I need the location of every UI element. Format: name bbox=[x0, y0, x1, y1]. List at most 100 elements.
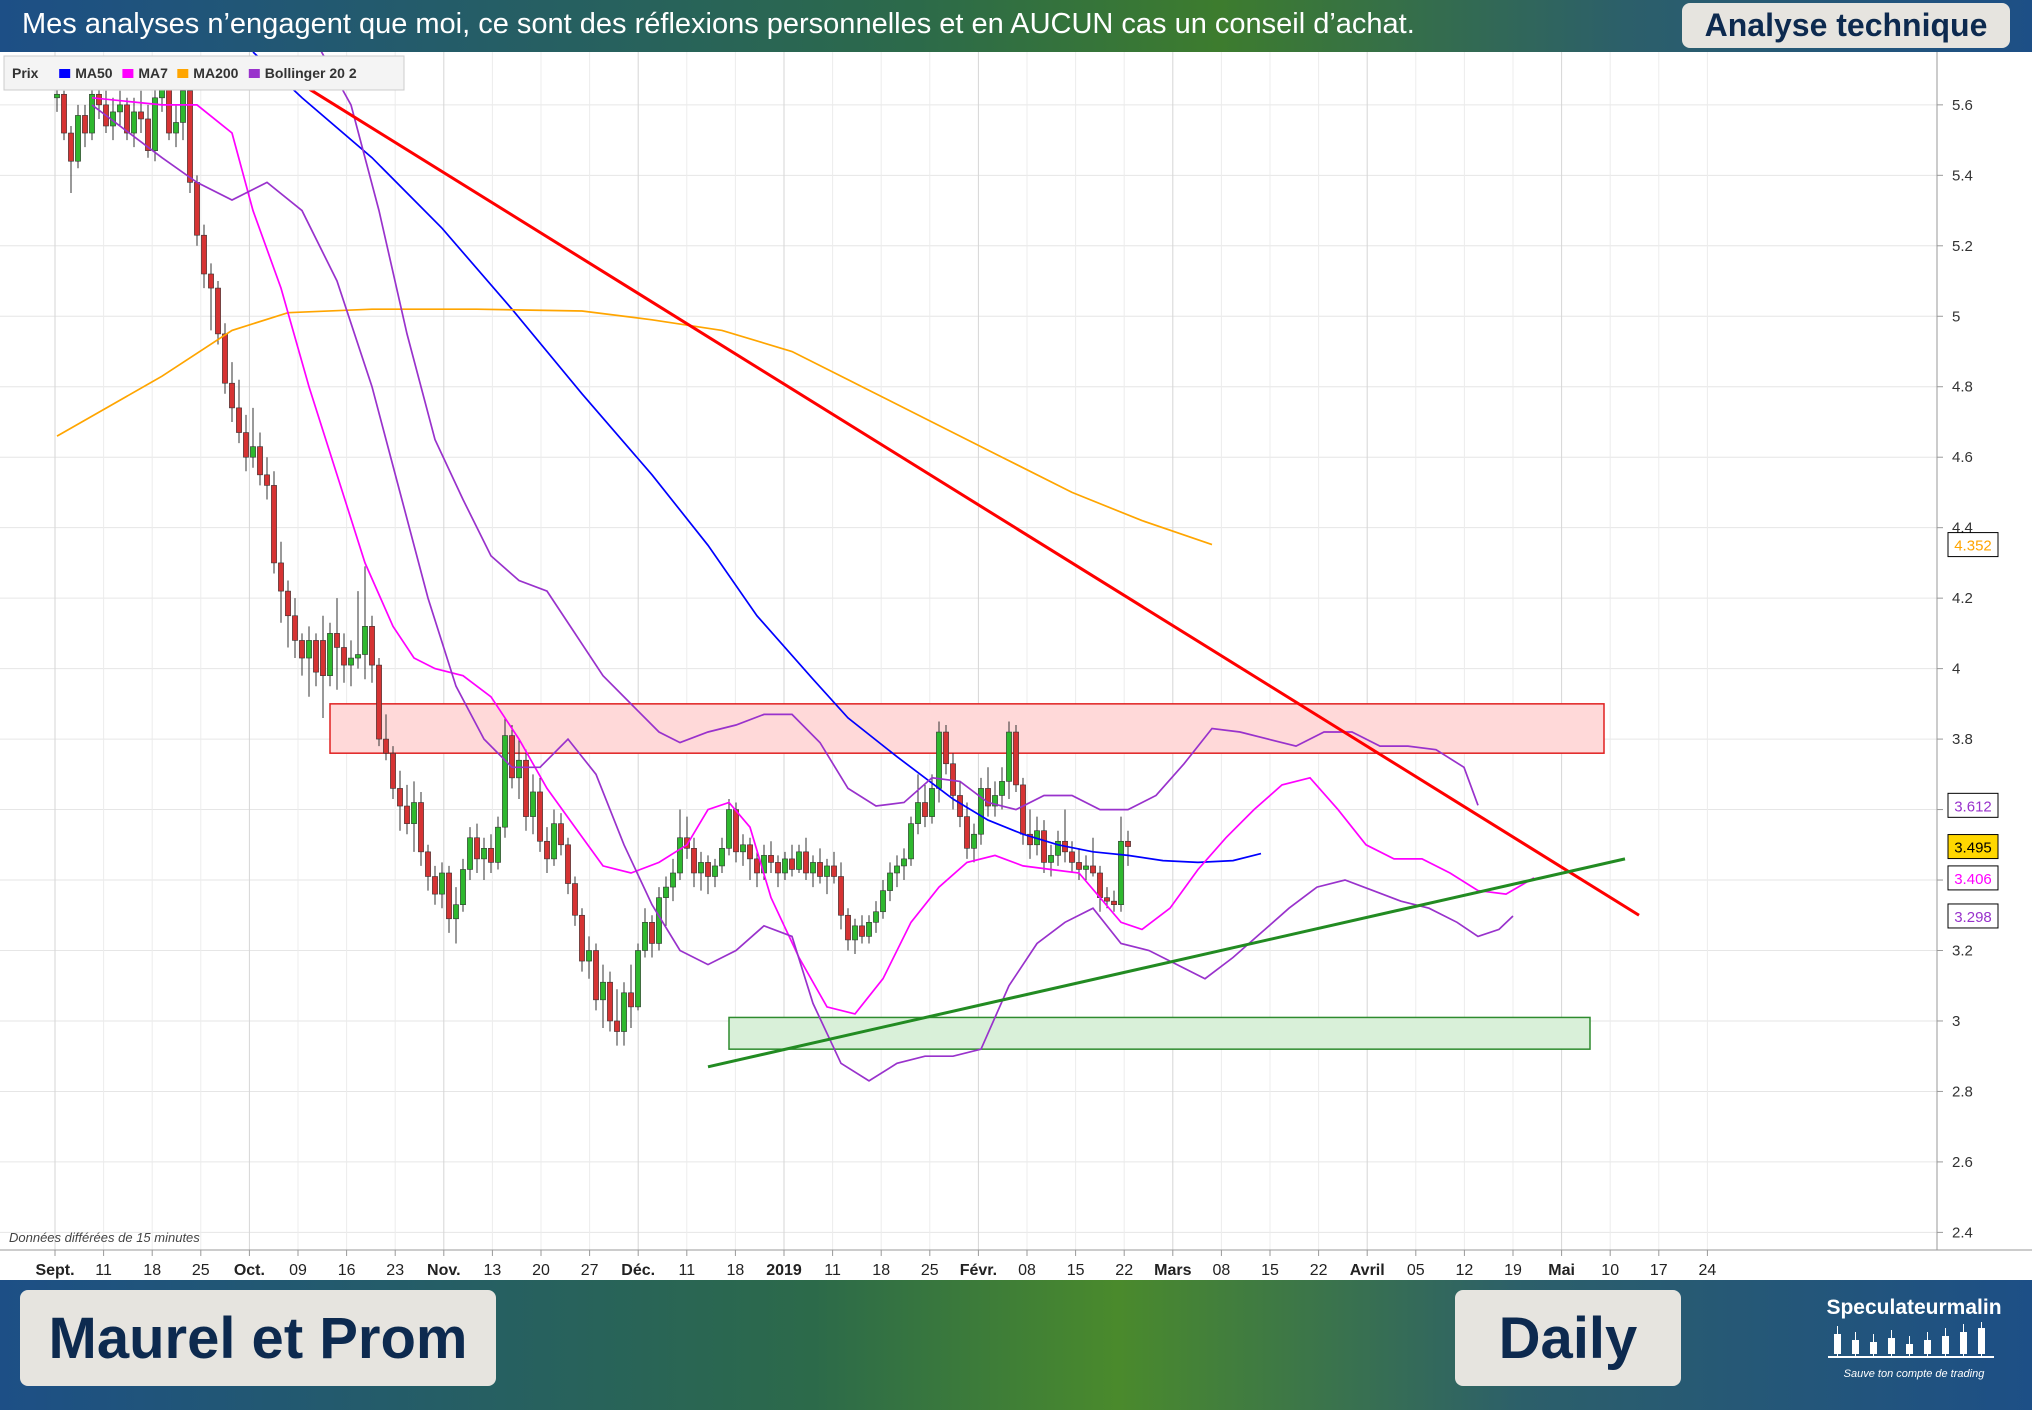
candle-body bbox=[964, 816, 970, 849]
candle-body bbox=[481, 848, 487, 860]
y-tick-label: 5.4 bbox=[1952, 167, 1973, 184]
price-chart[interactable]: 5.65.45.254.84.64.44.243.83.63.43.232.82… bbox=[0, 15, 2032, 1280]
y-tick-label: 5.2 bbox=[1952, 238, 1973, 255]
candle-body bbox=[936, 731, 942, 789]
candle-body bbox=[698, 862, 704, 874]
x-tick-label: 13 bbox=[484, 1262, 502, 1279]
candle-body bbox=[82, 115, 88, 134]
series-line bbox=[56, 308, 1213, 546]
candle-body bbox=[75, 115, 81, 162]
candle-body bbox=[411, 802, 417, 824]
price-tag-label: 3.298 bbox=[1954, 909, 1992, 926]
candle-body bbox=[943, 731, 949, 765]
x-tick-label: 09 bbox=[289, 1262, 307, 1279]
candle-body bbox=[915, 802, 921, 824]
candle-body bbox=[383, 738, 389, 754]
candle-body bbox=[831, 865, 837, 877]
chart-area: 5.65.45.254.84.64.44.243.83.63.43.232.82… bbox=[0, 15, 2032, 1280]
candle-body bbox=[880, 890, 886, 913]
candle-body bbox=[1097, 872, 1103, 898]
candle-body bbox=[1006, 731, 1012, 782]
candle-body bbox=[887, 872, 893, 891]
candle-body bbox=[894, 865, 900, 874]
candle-body bbox=[922, 802, 928, 817]
candle-body bbox=[89, 93, 95, 134]
legend-label: Prix bbox=[12, 65, 39, 81]
candles bbox=[54, 69, 1131, 1046]
candle-body bbox=[845, 914, 851, 941]
candle-body bbox=[565, 844, 571, 884]
x-tick-label: 18 bbox=[727, 1262, 745, 1279]
x-tick-label: 20 bbox=[532, 1262, 550, 1279]
y-tick-label: 3.2 bbox=[1952, 943, 1973, 960]
zones bbox=[329, 703, 1605, 1050]
candle-body bbox=[278, 562, 284, 592]
candle-body bbox=[131, 111, 137, 134]
candle-body bbox=[243, 432, 249, 458]
top-banner: Mes analyses n’engagent que moi, ce sont… bbox=[0, 0, 2032, 52]
timeframe-badge: Daily bbox=[1455, 1290, 1681, 1386]
candle-body bbox=[754, 858, 760, 874]
x-tick-label: 24 bbox=[1699, 1262, 1717, 1279]
candle-body bbox=[859, 925, 865, 937]
y-tick-label: 4.2 bbox=[1952, 590, 1973, 607]
candle-body bbox=[873, 911, 879, 923]
candle-body bbox=[467, 837, 473, 870]
candle-body bbox=[782, 858, 788, 874]
candle-body bbox=[488, 848, 494, 863]
legend-label: MA50 bbox=[75, 65, 113, 81]
candle-body bbox=[509, 735, 515, 779]
candle-body bbox=[719, 848, 725, 867]
candle-body bbox=[1013, 731, 1019, 786]
candle-body bbox=[607, 981, 613, 1022]
x-tick-label: Oct. bbox=[234, 1262, 265, 1279]
candle-body bbox=[173, 122, 179, 134]
y-tick-label: 2.4 bbox=[1952, 1224, 1973, 1241]
x-axis: Sept. 11 18 25 Oct. 09 16 23 Nov. 13 20 27 Déc. 11 18 2… bbox=[0, 1249, 2032, 1279]
candle-body bbox=[614, 1020, 620, 1032]
candle-body bbox=[530, 791, 536, 817]
x-tick-label: 16 bbox=[338, 1262, 356, 1279]
candle-body bbox=[474, 837, 480, 860]
x-tick-label: 15 bbox=[1067, 1262, 1085, 1279]
candle-body bbox=[572, 883, 578, 916]
y-axis: 5.65.45.254.84.64.44.243.83.63.43.232.82… bbox=[1936, 52, 1973, 1250]
candle-body bbox=[68, 132, 74, 162]
candle-body bbox=[404, 805, 410, 824]
candle-body bbox=[971, 833, 977, 849]
legend-swatch bbox=[59, 69, 71, 78]
candle-body bbox=[432, 876, 438, 895]
x-tick-label: 10 bbox=[1601, 1262, 1619, 1279]
candle-body bbox=[817, 862, 823, 877]
candle-body bbox=[348, 657, 354, 666]
candle-body bbox=[1041, 830, 1047, 863]
x-tick-label: Déc. bbox=[621, 1262, 655, 1279]
candle-body bbox=[369, 626, 375, 666]
x-tick-label: Févr. bbox=[960, 1262, 997, 1279]
trendlines bbox=[294, 78, 1640, 1069]
candle-body bbox=[271, 485, 277, 564]
candle-body bbox=[852, 925, 858, 941]
x-tick-label: 08 bbox=[1018, 1262, 1036, 1279]
candle-body bbox=[222, 333, 228, 384]
x-tick-label: 18 bbox=[872, 1262, 890, 1279]
candle-body bbox=[54, 93, 60, 99]
x-tick-label: 17 bbox=[1650, 1262, 1668, 1279]
candle-body bbox=[152, 97, 158, 151]
candle-body bbox=[789, 858, 795, 870]
candle-body bbox=[747, 844, 753, 860]
candle-body bbox=[1083, 865, 1089, 870]
legend-swatch bbox=[177, 69, 189, 78]
candle-body bbox=[901, 858, 907, 867]
candle-body bbox=[621, 992, 627, 1032]
candle-body bbox=[376, 664, 382, 740]
candle-body bbox=[691, 848, 697, 874]
candle-body bbox=[355, 654, 361, 659]
candle-body bbox=[446, 872, 452, 920]
candle-body bbox=[313, 640, 319, 673]
candle-body bbox=[957, 795, 963, 817]
candle-body bbox=[460, 869, 466, 905]
candle-body bbox=[866, 922, 872, 937]
candle-body bbox=[600, 981, 606, 1001]
candle-body bbox=[628, 992, 634, 1008]
